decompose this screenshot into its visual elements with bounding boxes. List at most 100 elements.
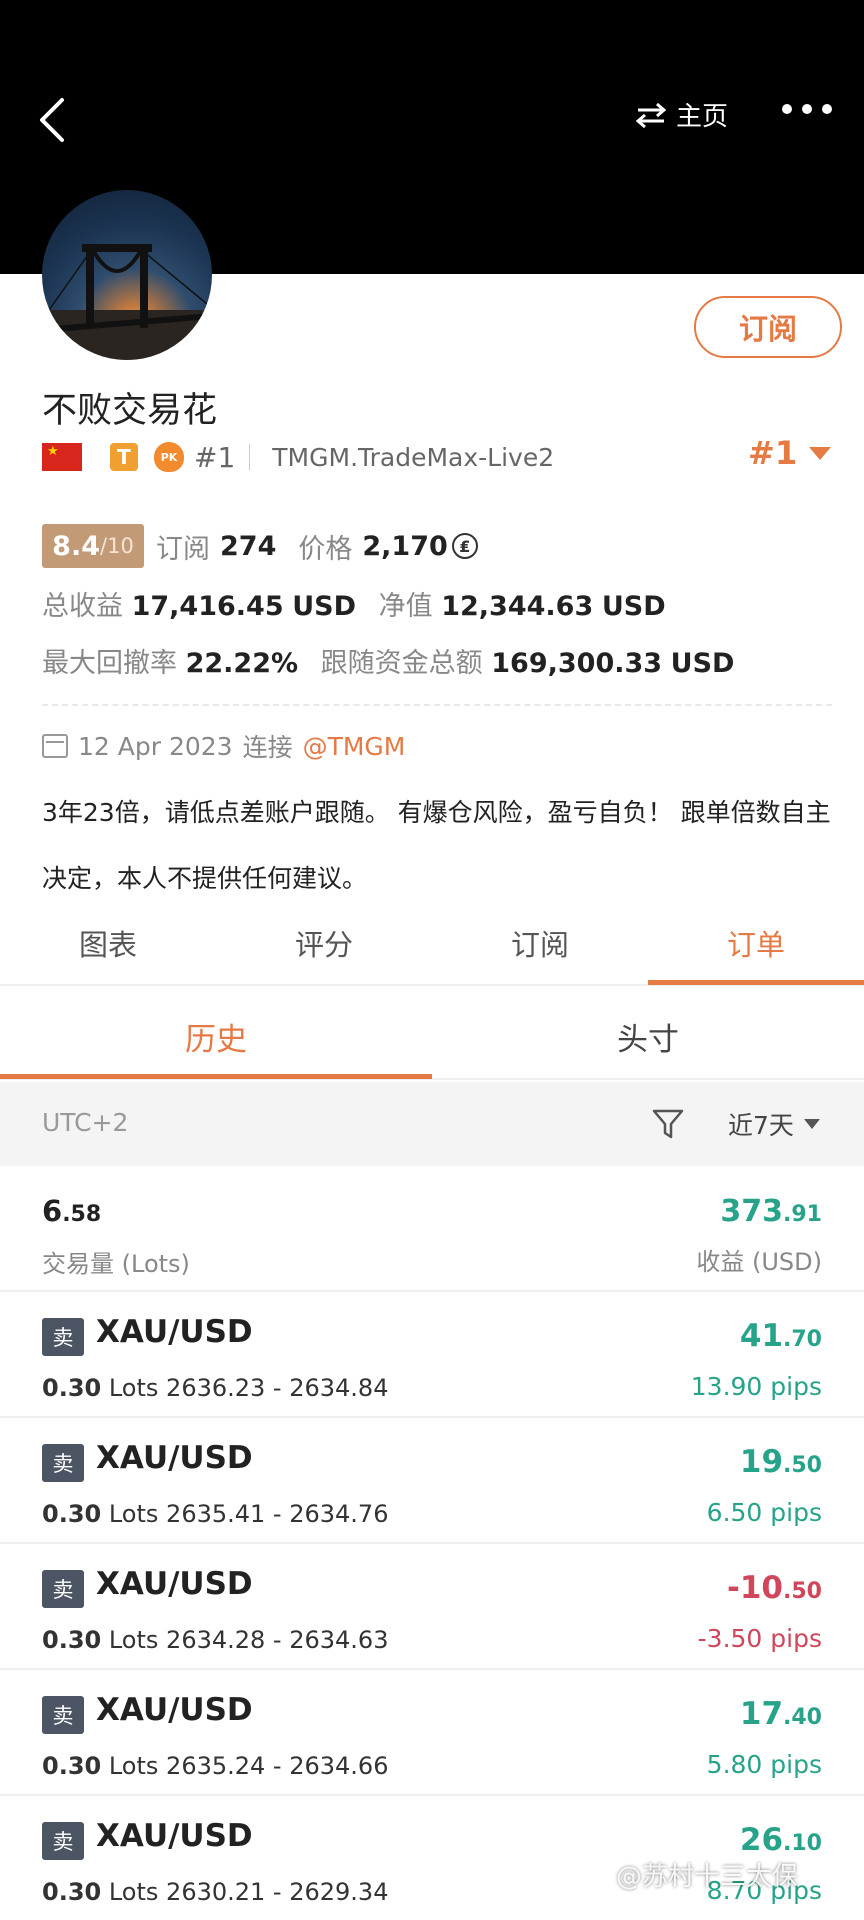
main-tabs: 图表 评分 订阅 订单 [0, 904, 864, 986]
coin-icon: ₤ [451, 533, 478, 559]
profit-value: 373.91 [720, 1194, 822, 1229]
pk-badge-icon: PK [154, 442, 184, 472]
trade-detail: 0.30 Lots 2636.23 - 2634.84 [42, 1374, 388, 1402]
tab-orders[interactable]: 订单 [648, 922, 864, 964]
score-value: 8.4 [52, 530, 101, 562]
server-name: TMGM.TradeMax-Live2 [272, 442, 555, 472]
sell-badge: 卖 [42, 1822, 84, 1860]
tab-chart[interactable]: 图表 [0, 922, 216, 964]
rank-big: #1 [748, 434, 798, 472]
profit-label: 收益 (USD) [696, 1248, 822, 1276]
calendar-icon [42, 734, 68, 758]
order-subtabs: 历史 头寸 [0, 986, 864, 1080]
score-max: /10 [100, 534, 134, 558]
more-options-icon[interactable] [782, 104, 832, 114]
trade-price-range: 2630.21 - 2629.34 [166, 1878, 389, 1906]
caret-down-icon [809, 446, 832, 460]
sell-badge: 卖 [42, 1444, 84, 1482]
profit-int: 373 [720, 1194, 784, 1229]
follow-int: 169,300 [491, 648, 615, 679]
trade-price-range: 2635.24 - 2634.66 [166, 1752, 389, 1780]
total-profit-int: 17,416 [131, 591, 236, 622]
trade-pips: -3.50 pips [697, 1624, 822, 1653]
subtab-history[interactable]: 历史 [0, 1014, 432, 1059]
switch-arrows-icon [636, 102, 666, 128]
trade-symbol: XAU/USD [96, 1566, 253, 1602]
connect-line: 12 Apr 2023 连接 @TMGM [42, 728, 405, 764]
total-profit-unit: USD [292, 591, 357, 622]
price-label: 价格 [298, 533, 353, 565]
trade-lots-unit: Lots [108, 1500, 159, 1528]
subtab-active-underline [0, 1074, 432, 1079]
stats-row-1: 8.4/10 订阅 274 价格 2,170 ₤ [42, 524, 478, 568]
trade-lots: 0.30 [42, 1374, 102, 1402]
stats-row-2: 总收益 17,416.45 USD 净值 12,344.63 USD [42, 584, 666, 623]
score-badge: 8.4/10 [42, 524, 144, 568]
follow-label: 跟随资金总额 [320, 648, 483, 679]
subtab-positions[interactable]: 头寸 [432, 1014, 864, 1059]
trade-detail: 0.30 Lots 2634.28 - 2634.63 [42, 1626, 388, 1654]
subs-value: 274 [220, 530, 277, 562]
trade-profit: 19.50 [740, 1444, 822, 1480]
trade-profit: 26.10 [740, 1822, 822, 1858]
china-flag-icon: ★ [42, 443, 82, 471]
trade-profit-dec: .10 [783, 1831, 822, 1856]
tab-subscription[interactable]: 订阅 [432, 922, 648, 964]
subscribe-button[interactable]: 订阅 [694, 296, 842, 358]
bridge-photo [42, 244, 212, 360]
filter-bar: UTC+2 近7天 [0, 1082, 864, 1166]
total-profit-dec: .45 [235, 591, 284, 622]
trade-profit-int: 26 [739, 1822, 784, 1858]
trade-price-range: 2636.23 - 2634.84 [166, 1374, 389, 1402]
back-arrow-icon[interactable] [36, 96, 72, 144]
trade-symbol: XAU/USD [96, 1440, 253, 1476]
equity-label: 净值 [378, 591, 433, 622]
trade-profit-int: 17 [739, 1696, 784, 1732]
trade-row[interactable]: 卖 XAU/USD 0.30 Lots 2634.28 - 2634.63 -1… [0, 1544, 864, 1670]
sell-badge: 卖 [42, 1570, 84, 1608]
stats-row-3: 最大回撤率 22.22% 跟随资金总额 169,300.33 USD [42, 641, 734, 680]
caret-down-icon [803, 1119, 820, 1129]
connect-label: 连接 [242, 733, 293, 762]
trade-profit-int: -10 [727, 1570, 784, 1606]
switch-home-button[interactable]: 主页 [636, 96, 728, 133]
trade-lots-unit: Lots [108, 1878, 159, 1906]
history-summary: 6.58 交易量 (Lots) 373.91 收益 (USD) [0, 1166, 864, 1292]
price-value: 2,170 [362, 530, 448, 562]
filter-funnel-icon[interactable] [652, 1108, 684, 1140]
trade-price-range: 2635.41 - 2634.76 [166, 1500, 389, 1528]
trade-row[interactable]: 卖 XAU/USD 0.30 Lots 2636.23 - 2634.84 41… [0, 1292, 864, 1418]
trade-profit-dec: .70 [783, 1327, 822, 1352]
t-badge-icon: T [110, 443, 138, 471]
sell-badge: 卖 [42, 1318, 84, 1356]
trade-profit: -10.50 [727, 1570, 822, 1606]
timezone-label: UTC+2 [42, 1108, 129, 1137]
trader-name: 不败交易花 [42, 391, 218, 431]
rank-dropdown[interactable]: #1 [748, 434, 832, 472]
trade-profit-dec: .50 [783, 1453, 822, 1478]
trade-profit: 17.40 [740, 1696, 822, 1732]
broker-link[interactable]: @TMGM [303, 732, 406, 761]
volume-value: 6.58 [42, 1194, 101, 1228]
trade-row[interactable]: 卖 XAU/USD 0.30 Lots 2635.41 - 2634.76 19… [0, 1418, 864, 1544]
profit-dec: .91 [783, 1202, 822, 1227]
trade-row[interactable]: 卖 XAU/USD 0.30 Lots 2635.24 - 2634.66 17… [0, 1670, 864, 1796]
tab-rating[interactable]: 评分 [216, 922, 432, 964]
trade-profit-dec: .50 [783, 1579, 822, 1604]
subs-label: 订阅 [156, 533, 210, 565]
trade-pips: 13.90 pips [690, 1372, 822, 1401]
trade-profit-dec: .40 [783, 1705, 822, 1730]
avatar[interactable] [42, 190, 212, 360]
trade-detail: 0.30 Lots 2630.21 - 2629.34 [42, 1878, 388, 1906]
period-dropdown[interactable]: 近7天 [728, 1106, 820, 1142]
switch-home-label: 主页 [676, 102, 729, 132]
trade-lots: 0.30 [42, 1752, 102, 1780]
drawdown-label: 最大回撤率 [42, 648, 177, 679]
tab-active-underline [648, 980, 864, 985]
trade-price-range: 2634.28 - 2634.63 [166, 1626, 389, 1654]
trade-lots-unit: Lots [108, 1752, 159, 1780]
sell-badge: 卖 [42, 1696, 84, 1734]
total-profit-label: 总收益 [42, 591, 123, 622]
equity-dec: .63 [545, 591, 594, 622]
trade-pips: 6.50 pips [706, 1498, 822, 1527]
